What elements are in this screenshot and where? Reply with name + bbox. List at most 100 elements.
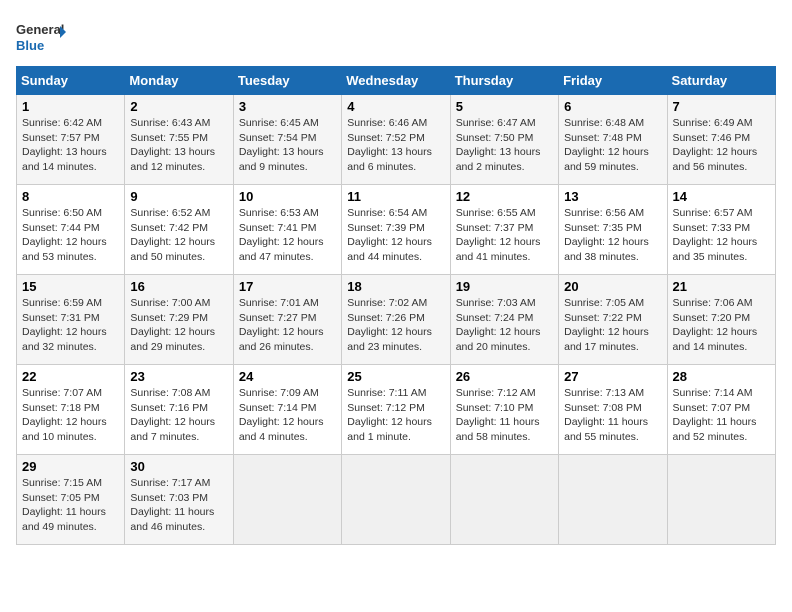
day-info: Sunrise: 7:08 AM Sunset: 7:16 PM Dayligh… xyxy=(130,386,227,445)
day-header-sunday: Sunday xyxy=(17,67,125,95)
page-header: General Blue xyxy=(16,16,776,56)
calendar-week-row: 22Sunrise: 7:07 AM Sunset: 7:18 PM Dayli… xyxy=(17,365,776,455)
svg-text:General: General xyxy=(16,22,64,37)
calendar-cell: 4 Sunrise: 6:46 AM Sunset: 7:52 PM Daylig… xyxy=(342,95,450,185)
calendar-cell: 1 Sunrise: 6:42 AM Sunset: 7:57 PM Daylig… xyxy=(17,95,125,185)
day-number: 4 xyxy=(347,99,444,114)
day-number: 27 xyxy=(564,369,661,384)
calendar-cell: 29 Sunrise: 7:15 AM Sunset: 7:05 PM Dayli… xyxy=(17,455,125,545)
day-number: 7 xyxy=(673,99,770,114)
day-number: 22 xyxy=(22,369,119,384)
calendar-cell: 7 Sunrise: 6:49 AM Sunset: 7:46 PM Daylig… xyxy=(667,95,775,185)
day-number: 17 xyxy=(239,279,336,294)
calendar-cell xyxy=(559,455,667,545)
day-info: Sunrise: 7:06 AM Sunset: 7:20 PM Dayligh… xyxy=(673,296,770,355)
day-info: Sunrise: 6:55 AM Sunset: 7:37 PM Dayligh… xyxy=(456,206,553,265)
day-info: Sunrise: 6:47 AM Sunset: 7:50 PM Dayligh… xyxy=(456,116,553,175)
calendar-cell: 17 Sunrise: 7:01 AM Sunset: 7:27 PM Dayli… xyxy=(233,275,341,365)
day-info: Sunrise: 7:05 AM Sunset: 7:22 PM Dayligh… xyxy=(564,296,661,355)
day-info: Sunrise: 6:56 AM Sunset: 7:35 PM Dayligh… xyxy=(564,206,661,265)
calendar-body: 1 Sunrise: 6:42 AM Sunset: 7:57 PM Daylig… xyxy=(17,95,776,545)
logo: General Blue xyxy=(16,16,66,56)
day-info: Sunrise: 6:42 AM Sunset: 7:57 PM Dayligh… xyxy=(22,116,119,175)
day-info: Sunrise: 6:50 AM Sunset: 7:44 PM Dayligh… xyxy=(22,206,119,265)
calendar-cell: 22Sunrise: 7:07 AM Sunset: 7:18 PM Dayli… xyxy=(17,365,125,455)
calendar-cell: 15 Sunrise: 6:59 AM Sunset: 7:31 PM Dayli… xyxy=(17,275,125,365)
calendar-cell: 11 Sunrise: 6:54 AM Sunset: 7:39 PM Dayli… xyxy=(342,185,450,275)
calendar-cell: 8 Sunrise: 6:50 AM Sunset: 7:44 PM Daylig… xyxy=(17,185,125,275)
day-info: Sunrise: 7:09 AM Sunset: 7:14 PM Dayligh… xyxy=(239,386,336,445)
day-info: Sunrise: 7:00 AM Sunset: 7:29 PM Dayligh… xyxy=(130,296,227,355)
day-number: 19 xyxy=(456,279,553,294)
calendar-cell: 28 Sunrise: 7:14 AM Sunset: 7:07 PM Dayli… xyxy=(667,365,775,455)
day-number: 24 xyxy=(239,369,336,384)
day-number: 18 xyxy=(347,279,444,294)
calendar-cell: 23Sunrise: 7:08 AM Sunset: 7:16 PM Dayli… xyxy=(125,365,233,455)
calendar-table: SundayMondayTuesdayWednesdayThursdayFrid… xyxy=(16,66,776,545)
day-info: Sunrise: 6:49 AM Sunset: 7:46 PM Dayligh… xyxy=(673,116,770,175)
calendar-week-row: 8 Sunrise: 6:50 AM Sunset: 7:44 PM Daylig… xyxy=(17,185,776,275)
day-number: 12 xyxy=(456,189,553,204)
calendar-cell: 25 Sunrise: 7:11 AM Sunset: 7:12 PM Dayli… xyxy=(342,365,450,455)
calendar-week-row: 15 Sunrise: 6:59 AM Sunset: 7:31 PM Dayli… xyxy=(17,275,776,365)
day-info: Sunrise: 6:46 AM Sunset: 7:52 PM Dayligh… xyxy=(347,116,444,175)
calendar-cell: 26Sunrise: 7:12 AM Sunset: 7:10 PM Dayli… xyxy=(450,365,558,455)
calendar-cell: 2 Sunrise: 6:43 AM Sunset: 7:55 PM Daylig… xyxy=(125,95,233,185)
day-info: Sunrise: 7:13 AM Sunset: 7:08 PM Dayligh… xyxy=(564,386,661,445)
day-info: Sunrise: 6:52 AM Sunset: 7:42 PM Dayligh… xyxy=(130,206,227,265)
calendar-header-row: SundayMondayTuesdayWednesdayThursdayFrid… xyxy=(17,67,776,95)
day-info: Sunrise: 6:53 AM Sunset: 7:41 PM Dayligh… xyxy=(239,206,336,265)
day-number: 28 xyxy=(673,369,770,384)
day-info: Sunrise: 6:57 AM Sunset: 7:33 PM Dayligh… xyxy=(673,206,770,265)
day-number: 21 xyxy=(673,279,770,294)
calendar-cell xyxy=(667,455,775,545)
day-header-friday: Friday xyxy=(559,67,667,95)
day-number: 8 xyxy=(22,189,119,204)
day-number: 11 xyxy=(347,189,444,204)
day-header-wednesday: Wednesday xyxy=(342,67,450,95)
calendar-cell: 21 Sunrise: 7:06 AM Sunset: 7:20 PM Dayli… xyxy=(667,275,775,365)
calendar-cell: 10 Sunrise: 6:53 AM Sunset: 7:41 PM Dayli… xyxy=(233,185,341,275)
calendar-cell: 24 Sunrise: 7:09 AM Sunset: 7:14 PM Dayli… xyxy=(233,365,341,455)
calendar-cell: 14 Sunrise: 6:57 AM Sunset: 7:33 PM Dayli… xyxy=(667,185,775,275)
day-number: 16 xyxy=(130,279,227,294)
calendar-cell: 3 Sunrise: 6:45 AM Sunset: 7:54 PM Daylig… xyxy=(233,95,341,185)
calendar-cell: 6Sunrise: 6:48 AM Sunset: 7:48 PM Daylig… xyxy=(559,95,667,185)
day-info: Sunrise: 7:14 AM Sunset: 7:07 PM Dayligh… xyxy=(673,386,770,445)
day-info: Sunrise: 6:45 AM Sunset: 7:54 PM Dayligh… xyxy=(239,116,336,175)
day-info: Sunrise: 6:43 AM Sunset: 7:55 PM Dayligh… xyxy=(130,116,227,175)
day-info: Sunrise: 6:54 AM Sunset: 7:39 PM Dayligh… xyxy=(347,206,444,265)
day-number: 3 xyxy=(239,99,336,114)
calendar-cell: 9 Sunrise: 6:52 AM Sunset: 7:42 PM Daylig… xyxy=(125,185,233,275)
day-info: Sunrise: 7:03 AM Sunset: 7:24 PM Dayligh… xyxy=(456,296,553,355)
day-number: 10 xyxy=(239,189,336,204)
calendar-week-row: 29 Sunrise: 7:15 AM Sunset: 7:05 PM Dayli… xyxy=(17,455,776,545)
day-number: 25 xyxy=(347,369,444,384)
day-number: 13 xyxy=(564,189,661,204)
calendar-cell xyxy=(233,455,341,545)
day-info: Sunrise: 6:59 AM Sunset: 7:31 PM Dayligh… xyxy=(22,296,119,355)
day-number: 30 xyxy=(130,459,227,474)
day-number: 29 xyxy=(22,459,119,474)
day-number: 2 xyxy=(130,99,227,114)
day-number: 1 xyxy=(22,99,119,114)
day-header-monday: Monday xyxy=(125,67,233,95)
day-number: 14 xyxy=(673,189,770,204)
day-number: 9 xyxy=(130,189,227,204)
day-info: Sunrise: 7:02 AM Sunset: 7:26 PM Dayligh… xyxy=(347,296,444,355)
day-header-saturday: Saturday xyxy=(667,67,775,95)
calendar-cell: 30 Sunrise: 7:17 AM Sunset: 7:03 PM Dayli… xyxy=(125,455,233,545)
logo-svg: General Blue xyxy=(16,16,66,56)
day-info: Sunrise: 7:15 AM Sunset: 7:05 PM Dayligh… xyxy=(22,476,119,535)
calendar-cell: 18 Sunrise: 7:02 AM Sunset: 7:26 PM Dayli… xyxy=(342,275,450,365)
day-info: Sunrise: 7:17 AM Sunset: 7:03 PM Dayligh… xyxy=(130,476,227,535)
day-info: Sunrise: 7:12 AM Sunset: 7:10 PM Dayligh… xyxy=(456,386,553,445)
calendar-cell: 27 Sunrise: 7:13 AM Sunset: 7:08 PM Dayli… xyxy=(559,365,667,455)
day-info: Sunrise: 7:11 AM Sunset: 7:12 PM Dayligh… xyxy=(347,386,444,445)
day-number: 5 xyxy=(456,99,553,114)
day-number: 15 xyxy=(22,279,119,294)
calendar-cell: 19 Sunrise: 7:03 AM Sunset: 7:24 PM Dayli… xyxy=(450,275,558,365)
calendar-cell: 12 Sunrise: 6:55 AM Sunset: 7:37 PM Dayli… xyxy=(450,185,558,275)
day-header-tuesday: Tuesday xyxy=(233,67,341,95)
day-info: Sunrise: 7:01 AM Sunset: 7:27 PM Dayligh… xyxy=(239,296,336,355)
